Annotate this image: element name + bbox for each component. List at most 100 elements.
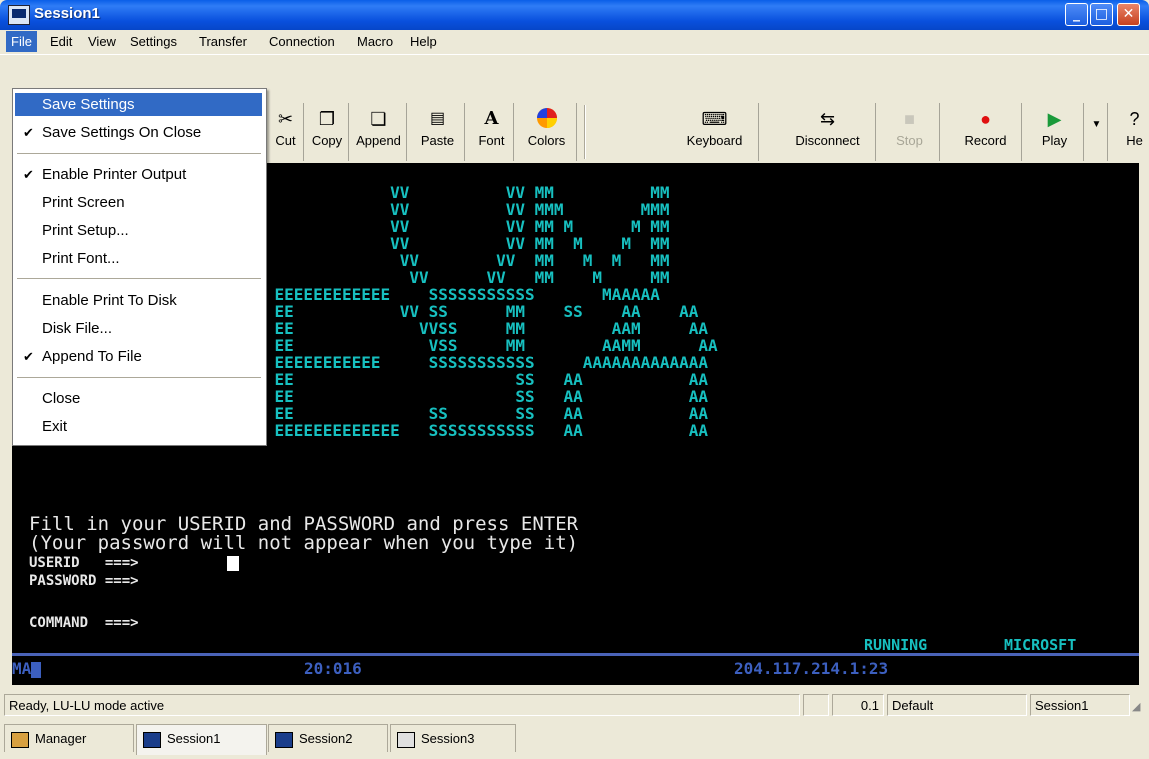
banner-line: VV VV MM MM [236, 183, 670, 202]
terminal-icon [143, 731, 161, 748]
menu-item-label: Exit [42, 418, 68, 435]
append-label: Append [356, 133, 401, 148]
maximize-button[interactable]: □ [1090, 3, 1113, 26]
stop-icon: ■ [904, 109, 915, 129]
disconnect-button[interactable]: ⇆ Disconnect [780, 103, 876, 161]
dropdown-arrow-icon: ▼ [1091, 119, 1102, 130]
font-label: Font [478, 133, 505, 148]
help-button[interactable]: ? He [1120, 103, 1149, 161]
banner-line: VV VV MM M M MM [236, 251, 670, 270]
copy-label: Copy [311, 133, 343, 148]
menu-item-exit[interactable]: Exit [15, 415, 262, 438]
manager-icon [11, 731, 29, 748]
font-button[interactable]: A Font [470, 103, 514, 161]
password-note: (Your password will not appear when you … [29, 532, 579, 554]
disconnect-label: Disconnect [795, 133, 860, 148]
banner-line: EE VSS MM AAMM AA [236, 336, 718, 355]
banner-line: EE VV SS MM SS AA AA [236, 302, 699, 321]
menu-file[interactable]: File [6, 31, 37, 52]
append-icon: ❏ [370, 109, 387, 129]
resize-grip-icon[interactable]: ◢ [1132, 700, 1140, 713]
checkmark-icon: ✔ [23, 349, 34, 364]
tab-session3[interactable]: Session3 [390, 724, 516, 752]
terminal-app-icon[interactable] [8, 5, 30, 25]
menu-item-label: Enable Print To Disk [42, 292, 177, 309]
menu-item-close[interactable]: Close [15, 387, 262, 410]
colors-label: Colors [527, 133, 566, 148]
menu-view[interactable]: View [88, 34, 116, 49]
status-field-profile: Default [887, 694, 1027, 716]
record-button[interactable]: ● Record [950, 103, 1022, 161]
password-label: PASSWORD ===> [29, 573, 139, 589]
menu-item-label: Print Screen [42, 194, 125, 211]
status-running: RUNNING [864, 636, 928, 654]
menu-item-label: Enable Printer Output [42, 166, 187, 183]
copy-button[interactable]: ❐ Copy [306, 103, 349, 161]
disconnect-icon: ⇆ [819, 109, 836, 129]
menu-item-label: Save Settings On Close [42, 124, 202, 141]
checkmark-icon: ✔ [23, 125, 34, 140]
status-field-session: Session1 [1030, 694, 1130, 716]
banner-line: EE SS AA AA [236, 387, 709, 406]
tab-session2[interactable]: Session2 [268, 724, 388, 752]
banner-line: VV VV MM M M MM [236, 217, 670, 236]
menu-item-print-font[interactable]: Print Font... [15, 247, 262, 270]
tab-session1[interactable]: Session1 [136, 724, 267, 755]
cut-button[interactable]: ✂ Cut [268, 103, 304, 161]
toolbar-separator [584, 105, 586, 159]
window-title: Session1 [34, 5, 100, 22]
menu-settings[interactable]: Settings [130, 34, 177, 49]
terminal-icon [275, 731, 293, 748]
paste-button[interactable]: ▤ Paste [411, 103, 465, 161]
menu-item-label: Print Font... [42, 250, 120, 267]
command-label: COMMAND ===> [29, 615, 139, 631]
banner-line: VV VV MM M M MM [236, 234, 670, 253]
menu-separator [17, 377, 261, 378]
stop-label: Stop [896, 133, 923, 148]
menu-item-enable-print-to-disk[interactable]: Enable Print To Disk [15, 289, 262, 312]
play-dropdown-button[interactable]: ▼ [1086, 103, 1108, 161]
menu-item-print-setup[interactable]: Print Setup... [15, 219, 262, 242]
userid-label: USERID ===> [29, 555, 139, 571]
play-label: Play [1041, 133, 1068, 148]
menu-item-save-settings-on-close[interactable]: ✔ Save Settings On Close [15, 121, 262, 144]
banner-line: EEEEEEEEEEEEE SSSSSSSSSSS AA AA [236, 421, 709, 440]
menu-item-save-settings[interactable]: Save Settings [15, 93, 262, 116]
paste-label: Paste [420, 133, 455, 148]
paste-icon: ▤ [429, 110, 446, 127]
tab-manager[interactable]: Manager [4, 724, 134, 752]
close-button[interactable]: ✕ [1117, 3, 1140, 26]
userid-input-cursor[interactable] [227, 556, 239, 571]
menu-item-enable-printer-output[interactable]: ✔ Enable Printer Output [15, 163, 262, 186]
play-button[interactable]: ▶ Play [1026, 103, 1084, 161]
title-bar[interactable]: Session1 _ □ ✕ [0, 0, 1149, 30]
help-icon: ? [1129, 109, 1140, 129]
status-field-version: 0.1 [832, 694, 884, 716]
menu-separator [17, 278, 261, 279]
menu-item-label: Print Setup... [42, 222, 129, 239]
menu-item-label: Save Settings [42, 96, 135, 113]
colors-button[interactable]: Colors [517, 103, 577, 161]
status-field-blank [803, 694, 829, 716]
tab-label: Session2 [299, 731, 353, 746]
menu-edit[interactable]: Edit [50, 34, 72, 49]
banner-line: EE VVSS MM AAM AA [236, 319, 709, 338]
menu-help[interactable]: Help [410, 34, 437, 49]
menu-item-label: Disk File... [42, 320, 113, 337]
printer-icon [397, 731, 415, 748]
menu-item-label: Append To File [42, 348, 142, 365]
menu-item-disk-file[interactable]: Disk File... [15, 317, 262, 340]
menu-macro[interactable]: Macro [357, 34, 393, 49]
menu-item-print-screen[interactable]: Print Screen [15, 191, 262, 214]
stop-button[interactable]: ■ Stop [880, 103, 940, 161]
menu-transfer[interactable]: Transfer [199, 34, 247, 49]
menu-connection[interactable]: Connection [269, 34, 335, 49]
play-icon: ▶ [1047, 109, 1062, 129]
keyboard-button[interactable]: ⌨ Keyboard [671, 103, 759, 161]
append-button[interactable]: ❏ Append [351, 103, 407, 161]
oia-divider [12, 653, 1139, 656]
copy-icon: ❐ [318, 109, 336, 129]
minimize-button[interactable]: _ [1065, 3, 1088, 26]
banner-line: EEEEEEEEEEE SSSSSSSSSSS AAAAAAAAAAAAA [236, 353, 709, 372]
menu-item-append-to-file[interactable]: ✔ Append To File [15, 345, 262, 368]
